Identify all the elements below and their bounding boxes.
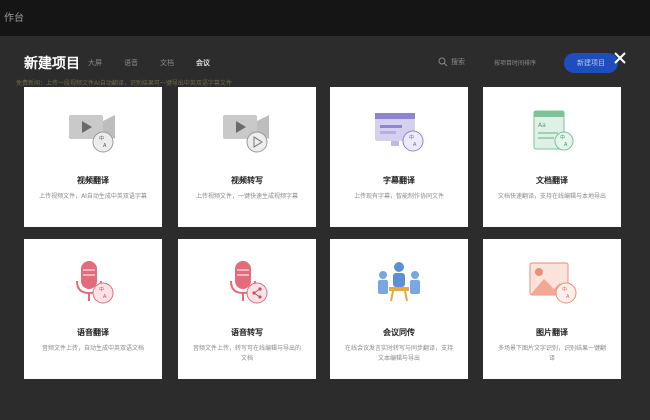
tab-audio[interactable]: 语音 bbox=[124, 58, 138, 68]
card-video-translate[interactable]: 中 A 视频翻译 上传视频文件，AI自动生成中英双语字幕 bbox=[24, 87, 162, 227]
svg-text:中: 中 bbox=[409, 134, 414, 141]
svg-text:A: A bbox=[566, 294, 570, 300]
video-transcribe-icon bbox=[223, 115, 269, 153]
svg-text:中: 中 bbox=[99, 286, 104, 293]
card-description: 音频文件上传，自动生成中英双语文档 bbox=[41, 345, 144, 352]
card-description: 文档快速翻译，支持在线编辑与本地导出 bbox=[497, 193, 606, 200]
tab-large-screen[interactable]: 大屏 bbox=[88, 58, 102, 68]
card-image-translate[interactable]: 中 A 图片翻译 多场景下图片文字识别，识别结果一键翻译 bbox=[483, 239, 621, 379]
tab-meeting[interactable]: 会议 bbox=[196, 58, 210, 68]
card-description: 音频文件上传，转写可在线编辑与导出的文档 bbox=[192, 345, 301, 362]
card-description: 多场景下图片文字识别，识别结果一键翻译 bbox=[497, 345, 606, 362]
svg-text:中: 中 bbox=[560, 134, 565, 141]
svg-text:中: 中 bbox=[562, 286, 567, 293]
card-title: 会议同传 bbox=[383, 328, 415, 337]
image-translate-icon: 中 A bbox=[529, 262, 577, 304]
close-icon[interactable] bbox=[611, 49, 629, 67]
svg-text:A: A bbox=[103, 294, 107, 300]
card-video-transcribe[interactable]: 视频转写 上传视频文件，一键快速生成视频字幕 bbox=[178, 87, 316, 227]
app-topbar: 作台 bbox=[0, 0, 650, 36]
card-title: 视频转写 bbox=[231, 176, 263, 185]
card-subtitle-translate[interactable]: 中 A 字幕翻译 上传现有字幕，智能制作协同文件 bbox=[330, 87, 468, 227]
card-document-translate[interactable]: Aa 中 A 文档翻译 文档快速翻译，支持在线编辑与本地导出 bbox=[483, 87, 621, 227]
card-audio-transcribe[interactable]: 语音转写 音频文件上传，转写可在线编辑与导出的文档 bbox=[178, 239, 316, 379]
card-description: 上传现有字幕，智能制作协同文件 bbox=[353, 193, 444, 200]
notice-text: 免费新闻：上传一段视频文件AI自动翻译，识别结果可一键导出中英双语字幕文件 bbox=[16, 80, 232, 87]
card-title: 图片翻译 bbox=[536, 328, 568, 337]
card-meeting-interpret[interactable]: 会议同传 在线会议发言实时转写与同步翻译，支持文本编辑与导出 bbox=[330, 239, 468, 379]
sort-dropdown[interactable]: 按项目时间排序 bbox=[494, 58, 536, 67]
card-title: 语音转写 bbox=[231, 328, 263, 337]
svg-text:中: 中 bbox=[99, 135, 104, 142]
modal-header: 新建项目 大屏 语音 文档 会议 搜索 按项目时间排序 新建项目 bbox=[0, 36, 650, 80]
svg-text:A: A bbox=[103, 143, 107, 149]
tab-document[interactable]: 文档 bbox=[160, 58, 174, 68]
card-description: 上传视频文件，一键快速生成视频字幕 bbox=[195, 193, 298, 200]
card-description: 在线会议发言实时转写与同步翻译，支持文本编辑与导出 bbox=[344, 345, 453, 362]
document-translate-icon: Aa 中 A bbox=[533, 110, 574, 151]
video-translate-icon: 中 A bbox=[69, 115, 115, 153]
card-title: 视频翻译 bbox=[77, 176, 109, 185]
search-label: 搜索 bbox=[451, 58, 465, 66]
modal-title: 新建项目 bbox=[24, 56, 80, 72]
svg-text:Aa: Aa bbox=[538, 122, 546, 129]
audio-transcribe-icon bbox=[230, 261, 268, 304]
new-project-button[interactable]: 新建项目 bbox=[564, 53, 618, 73]
app-title: 作台 bbox=[4, 13, 24, 24]
search-icon bbox=[438, 57, 448, 67]
tab-bar: 大屏 语音 文档 会议 bbox=[88, 58, 232, 68]
search-box[interactable]: 搜索 bbox=[438, 57, 465, 67]
svg-text:A: A bbox=[564, 142, 568, 148]
card-title: 字幕翻译 bbox=[383, 176, 415, 185]
card-audio-translate[interactable]: 中 A 语音翻译 音频文件上传，自动生成中英双语文档 bbox=[24, 239, 162, 379]
subtitle-translate-icon: 中 A bbox=[375, 113, 424, 152]
card-description: 上传视频文件，AI自动生成中英双语字幕 bbox=[39, 193, 147, 200]
meeting-interpret-icon bbox=[378, 262, 420, 302]
card-title: 文档翻译 bbox=[536, 176, 568, 185]
card-title: 语音翻译 bbox=[77, 328, 109, 337]
audio-translate-icon: 中 A bbox=[76, 261, 114, 304]
svg-text:A: A bbox=[413, 142, 417, 148]
